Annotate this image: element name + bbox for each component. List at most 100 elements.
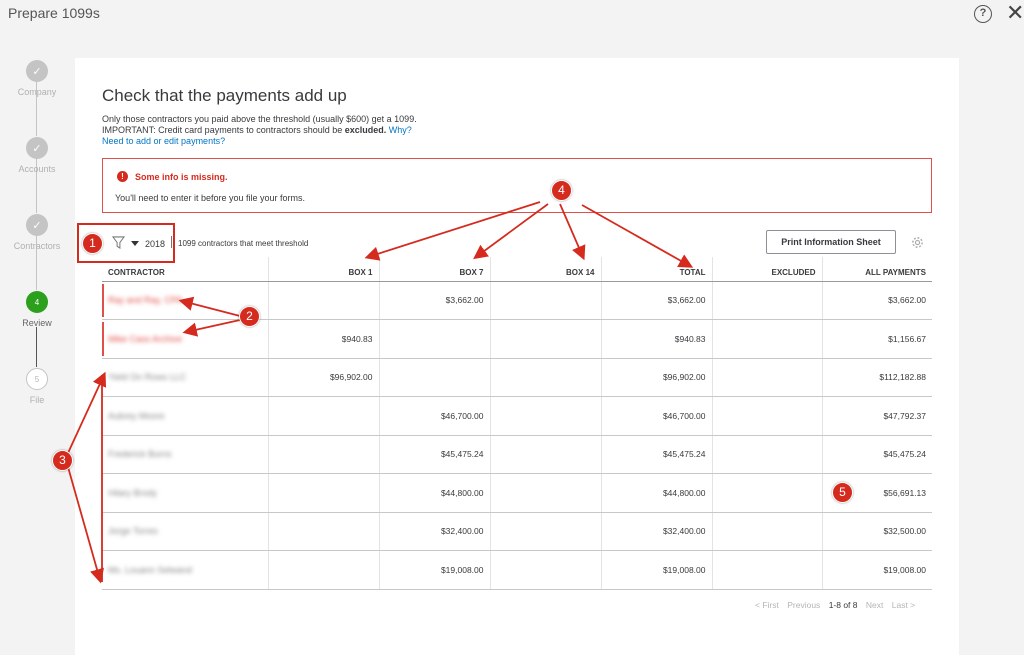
excluded-cell [711,512,822,551]
annotation-marker: 2 [239,306,260,327]
description-bold: excluded. [344,125,387,135]
total-cell: $96,902.00 [600,358,712,397]
excluded-cell [711,550,822,590]
box7-cell: $19,008.00 [378,550,490,590]
top-bar: Prepare 1099s ? ✕ [0,0,1024,40]
step-contractors[interactable]: ✓ Contractors [0,214,74,251]
contractor-name[interactable]: Ms. Louann Selwand [108,565,192,575]
first-page-link[interactable]: < First [755,600,779,610]
step-company[interactable]: ✓ Company [0,60,74,97]
contractor-name[interactable]: Hilary Brody [108,488,157,498]
box1-cell [267,512,379,551]
annotation-marker: 3 [52,450,73,471]
missing-info-alert: ! Some info is missing. You'll need to e… [102,158,932,213]
column-header[interactable]: TOTAL [600,257,712,282]
contractor-name[interactable]: Frederick Burns [108,449,172,459]
column-header[interactable]: EXCLUDED [711,257,822,282]
all-payments-cell: $1,156.67 [821,319,932,359]
column-header[interactable]: BOX 1 [267,257,379,282]
close-icon[interactable]: ✕ [1006,0,1024,26]
gear-icon[interactable] [911,236,924,249]
column-header[interactable]: BOX 7 [378,257,490,282]
missing-info-marker [102,283,104,317]
description-line: IMPORTANT: Credit card payments to contr… [102,125,417,136]
step-label: Accounts [18,164,56,174]
table-row[interactable]: Yield On Rows LLC $96,902.00 $96,902.00 … [102,358,932,397]
annotation-marker: 1 [82,233,103,254]
box7-cell: $3,662.00 [378,281,490,320]
contractor-name[interactable]: Aubrey Moore [108,411,165,421]
table-row[interactable]: Hilary Brody $44,800.00 $44,800.00 $56,6… [102,473,932,513]
next-page-link[interactable]: Next [866,600,883,610]
contractor-name[interactable]: Mike Cass Archive [108,334,182,344]
table-row[interactable]: Ray and Ray, CPA $3,662.00 $3,662.00 $3,… [102,281,932,320]
contractor-name[interactable]: Ray and Ray, CPA [108,295,182,305]
last-page-link[interactable]: Last > [892,600,915,610]
box14-cell [489,281,601,320]
total-cell: $45,475.24 [600,435,712,474]
box14-cell [489,473,601,513]
total-cell: $940.83 [600,319,712,359]
year-select[interactable]: 2018 [145,239,165,249]
contractor-table: CONTRACTOR BOX 1 BOX 7 BOX 14 TOTAL EXCL… [102,257,932,590]
table-header-row: CONTRACTOR BOX 1 BOX 7 BOX 14 TOTAL EXCL… [102,257,932,282]
box1-cell [267,435,379,474]
box14-cell [489,358,601,397]
column-header[interactable]: CONTRACTOR [102,257,268,282]
table-row[interactable]: Jorge Torres $32,400.00 $32,400.00 $32,5… [102,512,932,551]
table-row[interactable]: Aubrey Moore $46,700.00 $46,700.00 $47,7… [102,396,932,436]
box14-cell [489,396,601,436]
contractor-cell[interactable]: Jorge Torres [102,512,268,551]
contractor-cell[interactable]: Ms. Louann Selwand [102,550,268,590]
box14-cell [489,550,601,590]
page-title: Check that the payments add up [102,86,347,105]
contractor-cell[interactable]: Aubrey Moore [102,396,268,436]
box7-cell: $45,475.24 [378,435,490,474]
step-file[interactable]: 5 File [0,368,74,405]
total-cell: $44,800.00 [600,473,712,513]
column-header[interactable]: ALL PAYMENTS [821,257,932,282]
contractor-name[interactable]: Yield On Rows LLC [108,372,186,382]
edit-payments-link[interactable]: Need to add or edit payments? [102,136,417,147]
annotation-marker: 5 [832,482,853,503]
step-accounts[interactable]: ✓ Accounts [0,137,74,174]
why-link[interactable]: Why? [389,125,412,135]
stepper-connector [36,327,37,367]
check-icon: ✓ [26,137,48,159]
description: Only those contractors you paid above th… [102,114,417,147]
all-payments-cell: $19,008.00 [821,550,932,590]
threshold-count: 1099 contractors that meet threshold [178,239,309,248]
filter-icon[interactable] [112,236,125,249]
description-text: IMPORTANT: Credit card payments to contr… [102,125,345,135]
table-row[interactable]: Ms. Louann Selwand $19,008.00 $19,008.00… [102,550,932,590]
contractor-cell[interactable]: Yield On Rows LLC [102,358,268,397]
all-payments-cell: $32,500.00 [821,512,932,551]
table-row[interactable]: Mike Cass Archive $940.83 $940.83 $1,156… [102,319,932,359]
print-info-sheet-button[interactable]: Print Information Sheet [766,230,896,254]
box14-cell [489,319,601,359]
all-payments-cell: $112,182.88 [821,358,932,397]
column-header[interactable]: BOX 14 [489,257,601,282]
contractor-name[interactable]: Jorge Torres [108,526,158,536]
total-cell: $46,700.00 [600,396,712,436]
box7-cell: $44,800.00 [378,473,490,513]
contractor-cell[interactable]: Frederick Burns [102,435,268,474]
step-label: Contractors [13,241,61,251]
missing-info-marker [102,322,104,356]
chevron-down-icon[interactable] [131,241,139,246]
help-icon[interactable]: ? [974,5,992,23]
excluded-cell [711,281,822,320]
step-label: File [29,395,45,405]
step-number: 4 [26,291,48,313]
all-payments-cell: $47,792.37 [821,396,932,436]
contractor-cell[interactable]: Hilary Brody [102,473,268,513]
table-row[interactable]: Frederick Burns $45,475.24 $45,475.24 $4… [102,435,932,474]
annotation-marker: 4 [551,180,572,201]
box14-cell [489,435,601,474]
box7-cell: $32,400.00 [378,512,490,551]
all-payments-cell: $45,475.24 [821,435,932,474]
step-review[interactable]: 4 Review [0,291,74,328]
previous-page-link[interactable]: Previous [787,600,820,610]
excluded-cell [711,435,822,474]
box1-cell [267,281,379,320]
